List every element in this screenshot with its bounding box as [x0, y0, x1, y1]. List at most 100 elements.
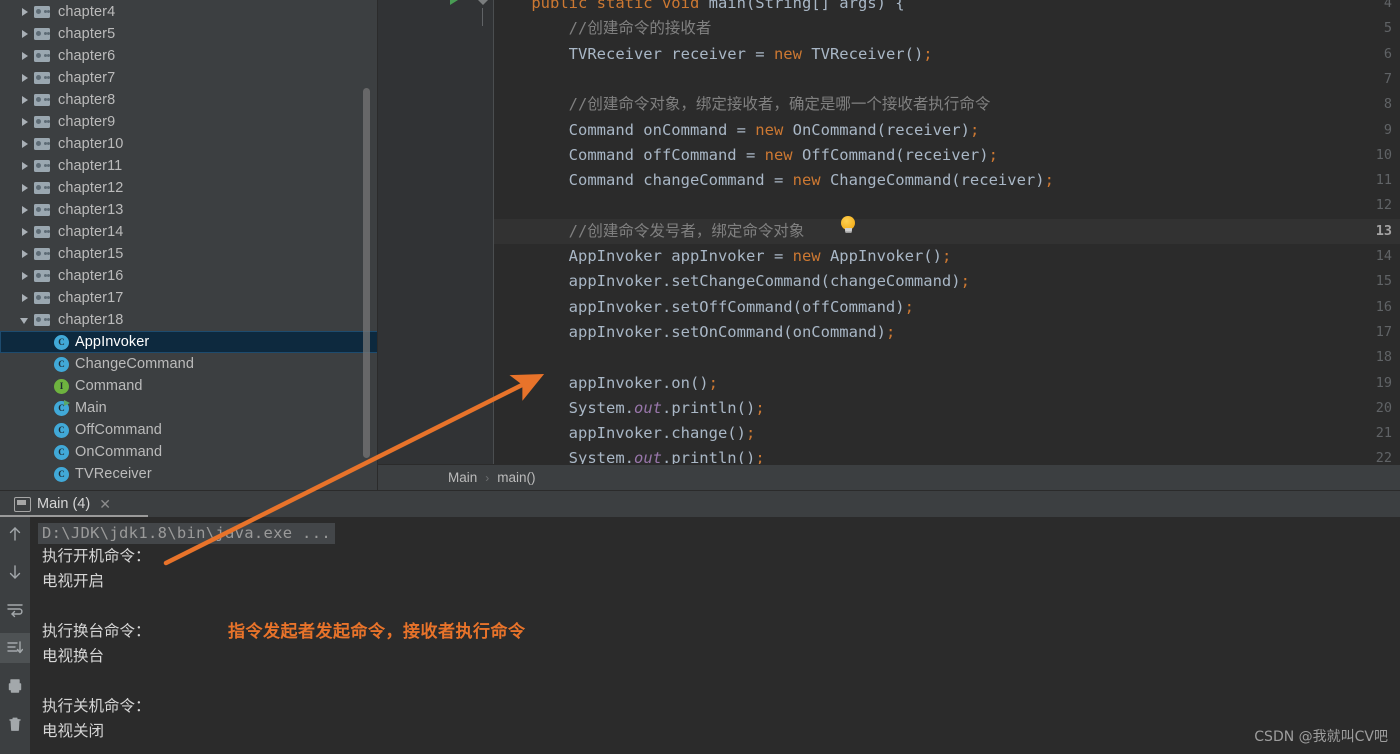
code-line[interactable]: appInvoker.setOffCommand(offCommand); — [494, 295, 914, 320]
soft-wrap-icon[interactable] — [0, 595, 30, 625]
chevron-right-icon[interactable] — [18, 159, 32, 173]
up-arrow-icon[interactable] — [0, 519, 30, 549]
code-line[interactable]: public static void main(String[] args) { — [494, 0, 904, 16]
project-tree-panel[interactable]: chapter4 chapter5 chapter6 chapter7 chapter8… — [0, 0, 378, 490]
breadcrumb[interactable]: Main › main() — [378, 464, 1400, 490]
tree-item-label: chapter4 — [58, 4, 116, 20]
chevron-right-icon[interactable] — [18, 137, 32, 151]
code-token: appInvoker.on() — [568, 373, 709, 392]
chevron-right-icon[interactable] — [18, 93, 32, 107]
tree-item-chapter10[interactable]: chapter10 — [0, 133, 378, 155]
code-line[interactable]: TVReceiver receiver = new TVReceiver(); — [494, 42, 933, 67]
tree-item-appinvoker[interactable]: C AppInvoker — [0, 331, 378, 353]
tree-item-chapter11[interactable]: chapter11 — [0, 155, 378, 177]
tree-item-oncommand[interactable]: C OnCommand — [0, 441, 378, 463]
folder-icon — [34, 291, 51, 305]
tree-item-offcommand[interactable]: C OffCommand — [0, 419, 378, 441]
trash-icon[interactable] — [0, 709, 30, 739]
tree-item-label: chapter11 — [58, 158, 123, 174]
code-line[interactable]: appInvoker.setChangeCommand(changeComman… — [494, 269, 970, 294]
line-number: 18 — [1375, 349, 1392, 366]
code-token: new — [764, 145, 793, 164]
chevron-right-icon[interactable] — [18, 203, 32, 217]
code-editor[interactable]: public static void main(String[] args) {… — [378, 0, 1400, 464]
chevron-right-icon[interactable] — [18, 291, 32, 305]
code-token: ; — [745, 424, 756, 443]
chevron-right-icon[interactable] — [18, 115, 32, 129]
fold-collapse-icon[interactable] — [476, 0, 490, 10]
tree-item-chapter18[interactable]: chapter18 — [0, 309, 378, 331]
close-icon[interactable]: ✕ — [99, 497, 111, 511]
chevron-right-icon[interactable] — [18, 181, 32, 195]
code-token: ; — [988, 145, 998, 164]
tree-item-main[interactable]: C Main — [0, 397, 378, 419]
chevron-right-icon[interactable] — [18, 247, 32, 261]
tree-item-command[interactable]: I Command — [0, 375, 378, 397]
code-line[interactable]: Command changeCommand = new ChangeComman… — [494, 168, 1054, 193]
code-token: ; — [969, 120, 980, 139]
run-tab-bar: Main (4) ✕ — [0, 491, 1400, 518]
chevron-down-icon[interactable] — [18, 313, 32, 327]
tree-item-chapter13[interactable]: chapter13 — [0, 199, 378, 221]
print-icon[interactable] — [0, 671, 30, 701]
tree-item-chapter5[interactable]: chapter5 — [0, 23, 378, 45]
tree-item-chapter4[interactable]: chapter4 — [0, 1, 378, 23]
tree-item-chapter12[interactable]: chapter12 — [0, 177, 378, 199]
tree-item-chapter7[interactable]: chapter7 — [0, 67, 378, 89]
tree-item-label: chapter18 — [58, 312, 124, 328]
chevron-right-icon[interactable] — [18, 49, 32, 63]
tree-item-chapter8[interactable]: chapter8 — [0, 89, 378, 111]
chevron-right-icon[interactable] — [18, 225, 32, 239]
editor-gutter[interactable] — [378, 0, 444, 464]
project-tree-scrollbar[interactable] — [363, 88, 370, 458]
line-number: 19 — [1375, 374, 1392, 391]
code-line[interactable]: System.out.println(); — [494, 396, 765, 421]
class-c-icon: C — [54, 356, 69, 372]
tree-item-changecommand[interactable]: C ChangeCommand — [0, 353, 378, 375]
code-line[interactable]: System.out.println(); — [494, 446, 765, 464]
code-token: ; — [923, 44, 933, 63]
tree-item-tvreceiver[interactable]: C TVReceiver — [0, 463, 378, 485]
chevron-right-icon[interactable] — [18, 5, 32, 19]
chevron-right-icon[interactable] — [18, 269, 32, 283]
code-line[interactable]: appInvoker.change(); — [494, 421, 756, 446]
run-window-icon — [14, 497, 31, 512]
code-line[interactable]: Command onCommand = new OnCommand(receiv… — [494, 118, 980, 143]
run-triangle-icon[interactable] — [448, 0, 460, 6]
run-console-toolbar[interactable] — [0, 517, 30, 754]
code-line[interactable]: //创建命令发号者，绑定命令对象 — [494, 219, 805, 244]
line-number: 14 — [1375, 248, 1392, 264]
tree-item-chapter17[interactable]: chapter17 — [0, 287, 378, 309]
lightbulb-icon[interactable] — [840, 216, 856, 234]
code-line[interactable]: AppInvoker appInvoker = new AppInvoker()… — [494, 244, 952, 269]
code-line[interactable]: //创建命令的接收者 — [494, 16, 712, 41]
line-number: 15 — [1375, 273, 1392, 290]
tree-item-label: chapter9 — [58, 114, 116, 130]
down-arrow-icon[interactable] — [0, 557, 30, 587]
tree-item-chapter16[interactable]: chapter16 — [0, 265, 378, 287]
line-number: 21 — [1375, 425, 1392, 442]
tree-item-label: OffCommand — [75, 422, 162, 438]
line-number: 11 — [1375, 172, 1392, 189]
tree-item-chapter14[interactable]: chapter14 — [0, 221, 378, 243]
chevron-right-icon[interactable] — [18, 71, 32, 85]
tree-item-chapter9[interactable]: chapter9 — [0, 111, 378, 133]
scroll-to-end-icon[interactable] — [0, 633, 30, 663]
breadcrumb-item-class[interactable]: Main — [448, 470, 477, 485]
code-line[interactable]: Command offCommand = new OffCommand(rece… — [494, 143, 998, 168]
code-token: ; — [708, 373, 718, 392]
code-line[interactable]: //创建命令对象，绑定接收者，确定是哪一个接收者执行命令 — [494, 92, 991, 117]
tree-item-chapter15[interactable]: chapter15 — [0, 243, 378, 265]
run-tab[interactable]: Main (4) ✕ — [8, 491, 117, 517]
code-line[interactable]: appInvoker.setOnCommand(onCommand); — [494, 320, 896, 345]
chevron-right-icon[interactable] — [18, 27, 32, 41]
code-token: ; — [904, 297, 914, 316]
code-line[interactable]: appInvoker.on(); — [494, 371, 718, 396]
breadcrumb-item-method[interactable]: main() — [497, 470, 535, 485]
editor-fold-column[interactable] — [472, 0, 494, 464]
code-token: OnCommand(receiver) — [783, 120, 970, 139]
tree-item-chapter6[interactable]: chapter6 — [0, 45, 378, 67]
tree-item-label: AppInvoker — [75, 334, 150, 350]
